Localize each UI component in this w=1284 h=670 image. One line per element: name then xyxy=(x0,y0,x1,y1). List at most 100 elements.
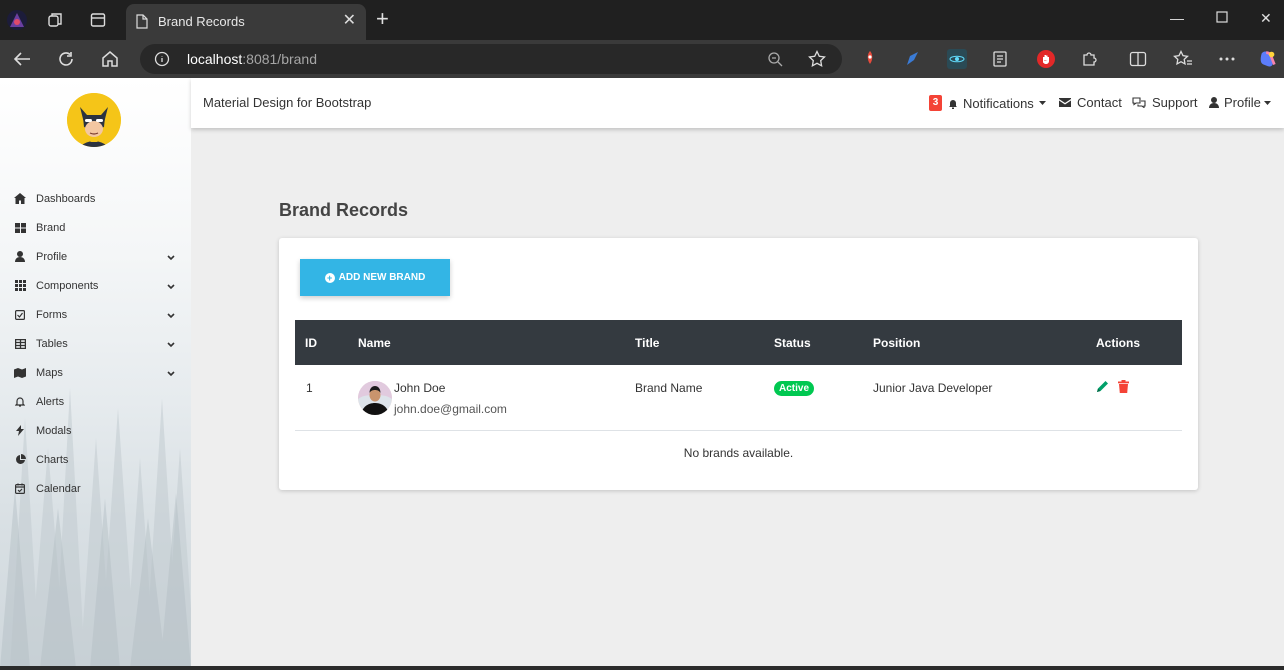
sidebar-item-label: Profile xyxy=(36,250,68,263)
sidebar-item-label: Charts xyxy=(36,453,69,466)
sidebar-item-label: Dashboards xyxy=(36,192,96,205)
adblock-extension-icon[interactable] xyxy=(1036,49,1056,69)
profile-label: Profile xyxy=(1224,95,1261,110)
favorite-star-icon[interactable] xyxy=(808,49,826,73)
maximize-icon[interactable] xyxy=(1216,10,1228,26)
minimize-icon[interactable]: — xyxy=(1170,10,1184,26)
sidebar-item-modals[interactable]: Modals xyxy=(0,416,191,445)
user-icon xyxy=(1209,97,1219,108)
notification-count-badge: 3 xyxy=(929,95,942,111)
column-header-id[interactable]: ID xyxy=(305,336,317,350)
more-menu-icon[interactable] xyxy=(1217,49,1237,69)
notifications-label: Notifications xyxy=(963,95,1034,111)
split-screen-icon[interactable] xyxy=(1128,49,1148,69)
calendar-icon xyxy=(14,483,26,495)
caret-down-icon xyxy=(1038,101,1046,105)
cell-id: 1 xyxy=(306,381,313,395)
cell-name: John Doe xyxy=(394,381,446,395)
sidebar-item-alerts[interactable]: Alerts xyxy=(0,387,191,416)
home-icon xyxy=(14,193,26,205)
delete-trash-icon[interactable] xyxy=(1118,380,1129,396)
back-icon[interactable] xyxy=(10,48,34,70)
support-link[interactable]: Support xyxy=(1132,95,1198,110)
table-header: ID Name Title Status Position Actions xyxy=(295,320,1182,365)
column-header-position[interactable]: Position xyxy=(873,336,920,350)
notes-extension-icon[interactable] xyxy=(991,49,1011,69)
copilot-icon[interactable] xyxy=(1258,49,1278,69)
avatar[interactable] xyxy=(67,93,121,147)
sidebar-item-forms[interactable]: Forms xyxy=(0,300,191,329)
chevron-down-icon xyxy=(167,368,175,380)
page-title: Brand Records xyxy=(279,200,409,220)
column-header-title[interactable]: Title xyxy=(635,336,659,350)
navbar-brand[interactable]: Material Design for Bootstrap xyxy=(203,95,371,110)
chevron-down-icon xyxy=(167,310,175,322)
notifications-dropdown[interactable]: 3 Notifications xyxy=(929,95,1046,111)
site-info-icon[interactable] xyxy=(154,51,170,72)
window-close-icon[interactable]: ✕ xyxy=(1260,10,1272,27)
table-row[interactable]: 1 John Doe john.doe@gmail.com Brand Name… xyxy=(295,365,1182,431)
add-new-brand-button[interactable]: + ADD NEW BRAND xyxy=(300,259,450,296)
cell-position: Junior Java Developer xyxy=(873,381,993,395)
map-icon xyxy=(14,367,26,379)
plus-circle-icon: + xyxy=(324,272,335,283)
sidebar-item-label: Tables xyxy=(36,337,68,350)
grid-icon xyxy=(14,222,26,234)
sidebar-item-maps[interactable]: Maps xyxy=(0,358,191,387)
rocket-extension-icon[interactable] xyxy=(860,49,880,69)
contact-label: Contact xyxy=(1077,95,1122,110)
caret-down-icon xyxy=(1263,100,1271,105)
sidebar-item-components[interactable]: Components xyxy=(0,271,191,300)
react-devtools-icon[interactable] xyxy=(947,49,967,69)
sidebar-item-profile[interactable]: Profile xyxy=(0,242,191,271)
comments-icon xyxy=(1132,97,1146,108)
sidebar-item-tables[interactable]: Tables xyxy=(0,329,191,358)
extensions-puzzle-icon[interactable] xyxy=(1080,49,1100,69)
contact-link[interactable]: Contact xyxy=(1059,95,1122,110)
url-text: localhost:8081/brand xyxy=(187,51,317,67)
refresh-icon[interactable] xyxy=(54,48,78,70)
chevron-down-icon xyxy=(167,339,175,351)
sidebar-menu: Dashboards Brand Profile Components Form… xyxy=(0,184,191,503)
zoom-icon[interactable] xyxy=(767,51,783,72)
bolt-icon xyxy=(14,425,26,437)
sidebar-item-charts[interactable]: Charts xyxy=(0,445,191,474)
support-label: Support xyxy=(1152,95,1198,110)
tab-close-icon[interactable]: ✕ xyxy=(343,12,356,30)
sidebar-item-label: Maps xyxy=(36,366,63,379)
profile-dropdown[interactable]: Profile xyxy=(1209,95,1271,110)
column-header-status[interactable]: Status xyxy=(774,336,811,350)
column-header-name[interactable]: Name xyxy=(358,336,391,350)
new-tab-icon[interactable]: + xyxy=(376,8,389,30)
window-bottom-edge xyxy=(0,666,1284,670)
home-browser-icon[interactable] xyxy=(98,48,122,70)
url-bar[interactable]: localhost:8081/brand xyxy=(140,44,842,74)
sidebar-item-label: Forms xyxy=(36,308,68,321)
bell-icon xyxy=(948,98,958,109)
sidebar-item-label: Alerts xyxy=(36,395,65,408)
bell-icon xyxy=(14,396,26,408)
check-square-icon xyxy=(14,309,26,321)
column-header-actions[interactable]: Actions xyxy=(1096,336,1140,350)
top-navbar: Material Design for Bootstrap 3 Notifica… xyxy=(191,78,1284,128)
avatar xyxy=(358,381,392,415)
add-button-label: ADD NEW BRAND xyxy=(338,272,426,283)
cell-title: Brand Name xyxy=(635,381,703,395)
favorites-icon[interactable] xyxy=(1173,49,1193,69)
sidebar-item-label: Calendar xyxy=(36,482,81,495)
sidebar-item-dashboards[interactable]: Dashboards xyxy=(0,184,191,213)
browser-tab-bar: Brand Records ✕ + — ✕ xyxy=(0,0,1284,40)
sidebar-item-brand[interactable]: Brand xyxy=(0,213,191,242)
edit-pencil-icon[interactable] xyxy=(1096,380,1109,396)
sidebar-item-label: Modals xyxy=(36,424,72,437)
sidebar-item-calendar[interactable]: Calendar xyxy=(0,474,191,503)
tab-actions-icon[interactable] xyxy=(87,9,109,31)
page-icon xyxy=(136,14,148,34)
tab-title: Brand Records xyxy=(158,14,245,29)
sidebar: Dashboards Brand Profile Components Form… xyxy=(0,78,191,666)
workspaces-icon[interactable] xyxy=(45,9,67,31)
pen-extension-icon[interactable] xyxy=(903,49,923,69)
empty-state-text: No brands available. xyxy=(683,446,794,460)
browser-profile-icon[interactable] xyxy=(6,9,28,31)
tab-brand-records[interactable]: Brand Records ✕ xyxy=(126,4,366,40)
